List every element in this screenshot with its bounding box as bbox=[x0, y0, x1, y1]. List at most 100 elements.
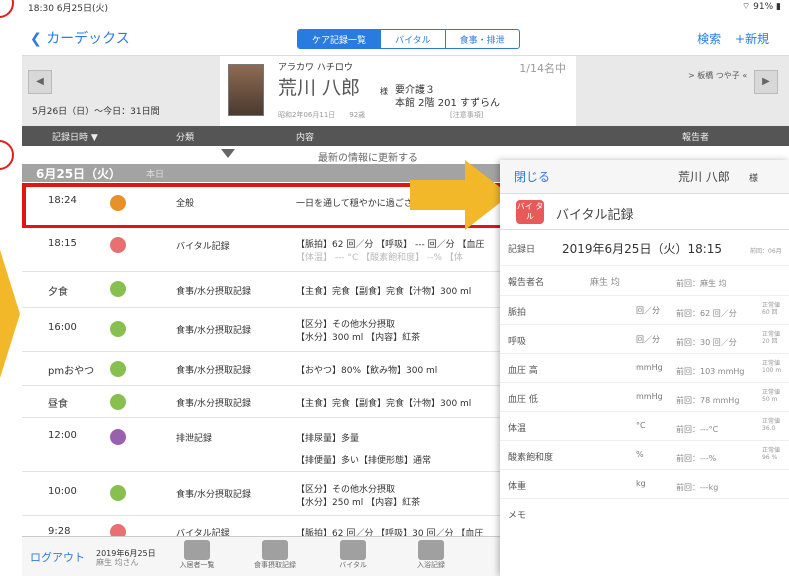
category-dot bbox=[110, 281, 126, 297]
row-content: 【区分】その他水分摂取 bbox=[296, 320, 396, 330]
row-content-2: 【水分】300 ml 【内容】紅茶 bbox=[296, 333, 421, 343]
bowl-icon bbox=[262, 540, 288, 560]
vitals-badge-icon: バイ タル bbox=[516, 200, 544, 224]
tab-vitals[interactable]: バイタル bbox=[380, 30, 445, 48]
vital-label: 体温 bbox=[508, 424, 527, 434]
col-category: 分類 bbox=[176, 133, 195, 143]
table-row[interactable]: 9:28 バイタル記録 【脈拍】62 回／分 【呼吸】30 回／分 【血圧 bbox=[22, 516, 502, 540]
row-content: 【排尿量】多量 bbox=[296, 434, 360, 444]
view-tabs: ケア記録一覧 バイタル 食事・排泄 bbox=[297, 29, 520, 49]
people-icon bbox=[184, 540, 210, 560]
table-row[interactable]: 16:00 食事/水分摂取記録 【区分】その他水分摂取 【水分】300 ml 【… bbox=[22, 308, 502, 352]
table-header: 記録日時 ▼ 分類 内容 報告者 bbox=[22, 126, 789, 146]
vital-label: 酸素飽和度 bbox=[508, 453, 554, 463]
bath-icon bbox=[418, 540, 444, 560]
search-button[interactable]: 検索 bbox=[697, 32, 721, 46]
record-date-value[interactable]: 2019年6月25日（火）18:15 bbox=[562, 240, 722, 257]
table-row[interactable]: 昼食 食事/水分摂取記録 【主食】完食【副食】完食【汁物】300 ml bbox=[22, 386, 502, 418]
panel-header: 閉じる 荒川 八郎 様 bbox=[500, 160, 789, 194]
vital-row[interactable]: 脈拍 回／分 前回：62 回／分 正常値 60 回 bbox=[500, 296, 789, 325]
logout-button[interactable]: ログアウト bbox=[30, 549, 85, 565]
prev-patient-button[interactable]: ◀ bbox=[28, 70, 52, 94]
vital-normal: 正常値 36.0 bbox=[762, 418, 781, 432]
row-time: 昼食 bbox=[48, 399, 68, 410]
annotation-circle bbox=[0, 140, 14, 170]
next-patient-button[interactable]: ▶ bbox=[754, 70, 778, 94]
patient-kana: アラカワ ハチロウ bbox=[278, 63, 353, 73]
group-date: 6月25日（火） bbox=[36, 167, 122, 181]
vital-prev: 前回：30 回／分 bbox=[676, 338, 737, 347]
tab-meal-excretion[interactable]: 食事・排泄 bbox=[444, 30, 519, 48]
row-category: 食事/水分摂取記録 bbox=[176, 399, 252, 409]
annotation-arrow-icon bbox=[0, 250, 20, 378]
row-time: 18:15 bbox=[48, 238, 77, 249]
vital-row[interactable]: 呼吸 回／分 前回：30 回／分 正常値 20 回 bbox=[500, 325, 789, 354]
vital-normal: 正常値 20 回 bbox=[762, 331, 781, 345]
vital-normal: 正常値 60 回 bbox=[762, 302, 781, 316]
row-category: 排泄記録 bbox=[176, 434, 213, 444]
table-row[interactable]: pmおやつ 食事/水分摂取記録 【おやつ】80%【飲み物】300 ml bbox=[22, 352, 502, 386]
bottom-toolbar: ログアウト 2019年6月25日 麻生 均さん 入居者一覧 食事摂取記録 バイタ… bbox=[22, 536, 502, 576]
vital-row[interactable]: 血圧 低 mmHg 前回：78 mmHg 正常値 50 m bbox=[500, 383, 789, 412]
vital-label: 呼吸 bbox=[508, 337, 527, 347]
vital-unit: °C bbox=[636, 421, 646, 430]
vital-row[interactable]: 血圧 高 mmHg 前回：103 mmHg 正常値 100 m bbox=[500, 354, 789, 383]
panel-title: バイタル記録 bbox=[556, 208, 634, 223]
vital-label: 血圧 高 bbox=[508, 366, 538, 376]
col-content: 内容 bbox=[296, 133, 315, 143]
col-datetime[interactable]: 記録日時 ▼ bbox=[52, 130, 98, 143]
category-dot bbox=[110, 321, 126, 337]
heart-icon bbox=[340, 540, 366, 560]
pull-down-arrow-icon bbox=[221, 149, 235, 158]
memo-row[interactable]: メモ bbox=[500, 499, 789, 528]
vital-prev: 前回：---kg bbox=[676, 483, 719, 492]
tab-residents[interactable]: 入居者一覧 bbox=[172, 540, 222, 570]
table-row[interactable]: 夕食 食事/水分摂取記録 【主食】完食【副食】完食【汁物】300 ml bbox=[22, 272, 502, 308]
row-category: 食事/水分摂取記録 bbox=[176, 366, 252, 376]
vital-row[interactable]: 体温 °C 前回：---°C 正常値 36.0 bbox=[500, 412, 789, 441]
vital-row[interactable]: 体重 kg 前回：---kg bbox=[500, 470, 789, 499]
top-nav: ❮ カーデックス ケア記録一覧 バイタル 食事・排泄 検索 +新規 bbox=[22, 20, 789, 56]
vital-normal: 正常値 96 % bbox=[762, 447, 781, 461]
tab-vitals-bottom[interactable]: バイタル bbox=[328, 540, 378, 570]
vital-label: 血圧 低 bbox=[508, 395, 538, 405]
vital-row[interactable]: 酸素飽和度 % 前回：---% 正常値 96 % bbox=[500, 441, 789, 470]
row-content-2: 【体温】 --- °C 【酸素飽和度】 --% 【体 bbox=[296, 253, 463, 263]
prev-record-date: 前回：06月 bbox=[750, 248, 782, 255]
notes-link[interactable]: [注意事項] bbox=[450, 110, 483, 120]
vital-unit: 回／分 bbox=[636, 335, 660, 344]
refresh-text[interactable]: 最新の情報に更新する bbox=[318, 149, 418, 164]
table-row[interactable]: 10:00 食事/水分摂取記録 【区分】その他水分摂取 【水分】250 ml 【… bbox=[22, 472, 502, 516]
category-dot bbox=[110, 361, 126, 377]
new-button[interactable]: +新規 bbox=[735, 32, 769, 46]
tab-care-records[interactable]: ケア記録一覧 bbox=[298, 30, 381, 48]
patient-name: 荒川 八郎 bbox=[278, 77, 361, 99]
row-content: 【おやつ】80%【飲み物】300 ml bbox=[296, 366, 438, 376]
table-row[interactable]: 18:15 バイタル記録 【脈拍】62 回／分 【呼吸】 --- 回／分 【血圧… bbox=[22, 228, 502, 272]
row-time: pmおやつ bbox=[48, 366, 95, 377]
room: 本館 2階 201 すずらん bbox=[395, 98, 500, 109]
table-row[interactable]: 12:00 排泄記録 【排尿量】多量 【排便量】多い【排便形態】通常 bbox=[22, 418, 502, 472]
annotation-arrow-icon bbox=[410, 160, 510, 230]
row-category: バイタル記録 bbox=[176, 242, 230, 252]
patient-birth: 昭和2年06月11日 92歳 bbox=[278, 111, 366, 119]
vital-unit: mmHg bbox=[636, 363, 663, 372]
vital-unit: mmHg bbox=[636, 392, 663, 401]
patient-sama: 様 bbox=[380, 87, 388, 96]
back-button[interactable]: ❮ カーデックス bbox=[30, 28, 130, 48]
vital-prev: 前回：103 mmHg bbox=[676, 367, 745, 376]
vital-prev: 前回：---°C bbox=[676, 425, 719, 434]
tab-bath[interactable]: 入浴記録 bbox=[406, 540, 456, 570]
row-category: 食事/水分摂取記録 bbox=[176, 490, 252, 500]
tab-meals[interactable]: 食事摂取記録 bbox=[250, 540, 300, 570]
reporter-value[interactable]: 麻生 均 bbox=[590, 275, 620, 288]
patient-count: 1/14名中 bbox=[519, 62, 566, 75]
next-patient-label: > 板橋 つや子 « bbox=[688, 71, 748, 80]
reporter-label: 報告者名 bbox=[508, 278, 545, 288]
close-button[interactable]: 閉じる bbox=[514, 168, 550, 185]
vital-unit: 回／分 bbox=[636, 306, 660, 315]
vital-label: 体重 bbox=[508, 482, 527, 492]
vitals-detail-panel: 閉じる 荒川 八郎 様 バイ タル バイタル記録 記録日 2019年6月25日（… bbox=[500, 160, 789, 576]
row-category: 食事/水分摂取記録 bbox=[176, 287, 252, 297]
row-time: 夕食 bbox=[48, 287, 68, 298]
